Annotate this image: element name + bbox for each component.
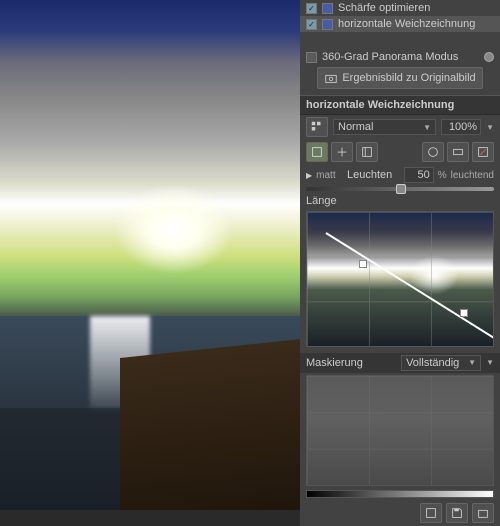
layer-label: horizontale Weichzeichnung <box>338 18 475 30</box>
panorama-checkbox[interactable] <box>306 52 317 63</box>
mask-grid <box>307 376 493 485</box>
leuchten-unit: % <box>438 170 447 181</box>
masking-header: Maskierung Vollständig ▼ ▼ <box>300 353 500 373</box>
button-label: Ergebnisbild zu Originalbild <box>342 72 475 84</box>
footer-button-3[interactable] <box>472 503 494 523</box>
camera-icon <box>324 71 338 85</box>
panorama-indicator-icon <box>484 52 494 62</box>
line-handle-start[interactable] <box>359 260 367 268</box>
tool-button-6[interactable] <box>472 142 494 162</box>
save-icon[interactable] <box>446 503 468 523</box>
section-header: horizontale Weichzeichnung <box>300 95 500 115</box>
length-label-row: Länge <box>300 193 500 209</box>
gradient-strip[interactable] <box>306 490 494 498</box>
tool-button-1[interactable] <box>306 142 328 162</box>
opacity-input[interactable]: 100% <box>441 119 481 135</box>
masking-mode-value: Vollständig <box>406 357 459 369</box>
panorama-row: 360-Grad Panorama Modus <box>300 49 500 65</box>
tool-button-4[interactable] <box>422 142 444 162</box>
slider-thumb[interactable] <box>396 184 406 194</box>
expand-icon[interactable]: ▶ <box>306 171 312 180</box>
leuchten-label: Leuchten <box>340 169 400 181</box>
masking-label: Maskierung <box>306 357 363 369</box>
blend-mode-value: Normal <box>338 121 373 133</box>
blend-opacity-row: Normal ▼ 100% ▼ <box>300 115 500 139</box>
layer-color-swatch[interactable] <box>322 19 333 30</box>
blend-mode-select[interactable]: Normal ▼ <box>333 119 436 135</box>
chevron-down-icon[interactable]: ▼ <box>486 123 494 132</box>
layer-item-selected[interactable]: horizontale Weichzeichnung <box>300 16 500 32</box>
mask-preview[interactable] <box>306 375 494 486</box>
result-to-original-button[interactable]: Ergebnisbild zu Originalbild <box>317 67 482 89</box>
footer-toolbar <box>300 500 500 526</box>
side-panel: Schärfe optimieren horizontale Weichzeic… <box>300 0 500 526</box>
canvas-viewport[interactable] <box>0 0 300 526</box>
filter-options-icon[interactable] <box>306 117 328 137</box>
chevron-down-icon: ▼ <box>423 123 431 132</box>
chevron-down-icon[interactable]: ▼ <box>486 358 494 367</box>
chevron-down-icon: ▼ <box>468 358 476 367</box>
leuchten-slider[interactable] <box>306 187 494 191</box>
length-label: Länge <box>306 195 337 207</box>
result-to-original-row: Ergebnisbild zu Originalbild <box>300 65 500 91</box>
layer-label: Schärfe optimieren <box>338 2 430 14</box>
leuchtend-label: leuchtend <box>451 170 494 181</box>
tool-button-2[interactable] <box>331 142 353 162</box>
length-preview[interactable] <box>306 211 494 346</box>
layer-color-swatch[interactable] <box>322 3 333 14</box>
matt-label: matt <box>316 170 335 181</box>
tool-button-5[interactable] <box>447 142 469 162</box>
visibility-checkbox[interactable] <box>306 19 317 30</box>
filter-toolbar <box>300 139 500 165</box>
masking-mode-select[interactable]: Vollständig ▼ <box>401 355 481 371</box>
leuchten-label-row: ▶ matt Leuchten 50 % leuchtend <box>300 165 500 185</box>
footer-button-1[interactable] <box>420 503 442 523</box>
layer-item[interactable]: Schärfe optimieren <box>300 0 500 16</box>
leuchten-slider-row <box>300 185 500 193</box>
tool-button-3[interactable] <box>356 142 378 162</box>
leuchten-value[interactable]: 50 <box>404 167 434 183</box>
canvas-image <box>0 0 300 510</box>
visibility-checkbox[interactable] <box>306 3 317 14</box>
panorama-label: 360-Grad Panorama Modus <box>322 51 458 63</box>
line-handle-end[interactable] <box>460 309 468 317</box>
